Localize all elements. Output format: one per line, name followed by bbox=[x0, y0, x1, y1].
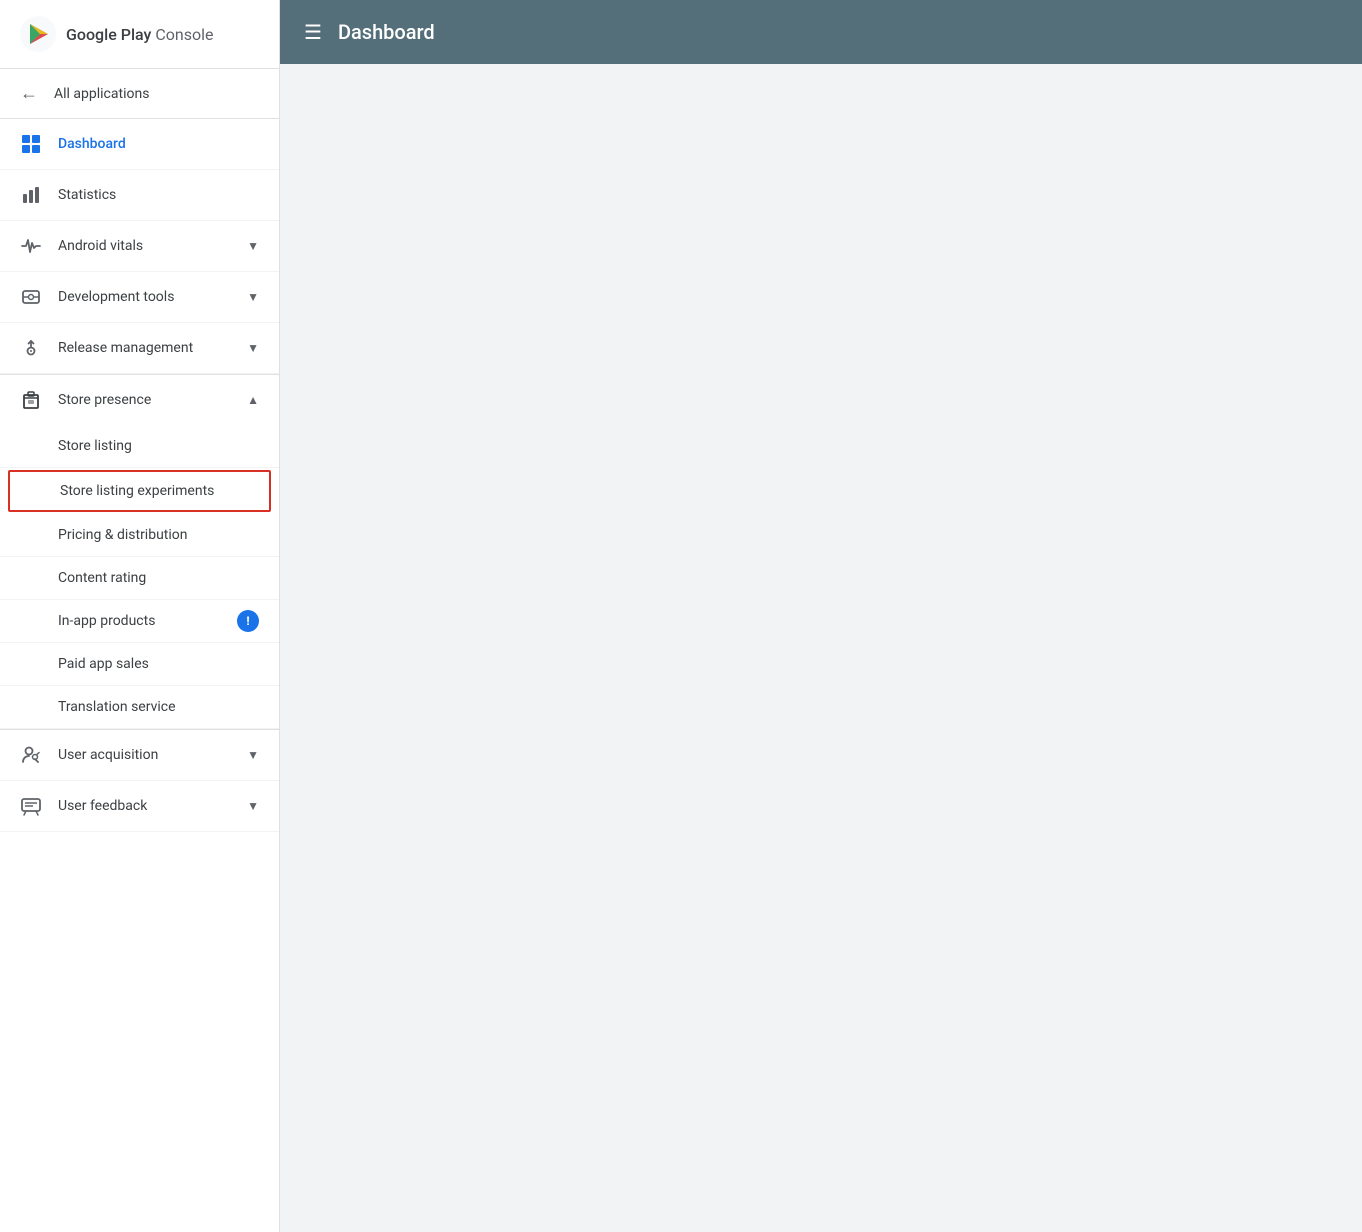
store-icon bbox=[20, 389, 42, 411]
dashboard-label: Dashboard bbox=[58, 136, 259, 152]
release-icon bbox=[20, 337, 42, 359]
content-rating-label: Content rating bbox=[58, 570, 146, 586]
sidebar-item-android-vitals[interactable]: Android vitals ▼ bbox=[0, 221, 279, 272]
development-tools-chevron-icon: ▼ bbox=[247, 290, 259, 304]
all-applications-item[interactable]: ← All applications bbox=[0, 69, 279, 119]
user-feedback-icon bbox=[20, 795, 42, 817]
development-tools-label: Development tools bbox=[58, 289, 231, 305]
sidebar-navigation: ← All applications Dashboard bbox=[0, 69, 279, 1232]
vitals-icon bbox=[20, 235, 42, 257]
sidebar-item-store-presence[interactable]: Store presence ▲ bbox=[0, 375, 279, 425]
sidebar-item-statistics[interactable]: Statistics bbox=[0, 170, 279, 221]
translation-service-item[interactable]: Translation service bbox=[0, 686, 279, 729]
in-app-products-badge: ! bbox=[237, 610, 259, 632]
user-feedback-chevron-icon: ▼ bbox=[247, 799, 259, 813]
store-presence-chevron-icon: ▲ bbox=[247, 393, 259, 407]
content-rating-item[interactable]: Content rating bbox=[0, 557, 279, 600]
statistics-label: Statistics bbox=[58, 187, 259, 203]
main-header: ☰ Dashboard bbox=[280, 0, 1362, 64]
sidebar-item-development-tools[interactable]: Development tools ▼ bbox=[0, 272, 279, 323]
pricing-distribution-item[interactable]: Pricing & distribution bbox=[0, 514, 279, 557]
google-play-logo-icon bbox=[20, 16, 56, 52]
logo-text: Google Play Console bbox=[66, 25, 214, 44]
store-presence-submenu: Store listing Store listing experiments … bbox=[0, 425, 279, 729]
sidebar-item-dashboard[interactable]: Dashboard bbox=[0, 119, 279, 170]
sidebar: Google Play Console ← All applications D… bbox=[0, 0, 280, 1232]
store-listing-label: Store listing bbox=[58, 438, 132, 454]
in-app-products-item[interactable]: In-app products ! bbox=[0, 600, 279, 643]
sidebar-item-user-acquisition[interactable]: User acquisition ▼ bbox=[0, 730, 279, 781]
main-content: ☰ Dashboard bbox=[280, 0, 1362, 1232]
store-listing-experiments-label: Store listing experiments bbox=[60, 483, 214, 499]
dashboard-icon bbox=[20, 133, 42, 155]
sidebar-header: Google Play Console bbox=[0, 0, 279, 69]
user-acquisition-icon bbox=[20, 744, 42, 766]
hamburger-menu-icon[interactable]: ☰ bbox=[304, 20, 322, 44]
all-applications-label: All applications bbox=[54, 86, 149, 102]
sidebar-item-user-feedback[interactable]: User feedback ▼ bbox=[0, 781, 279, 832]
android-vitals-chevron-icon: ▼ bbox=[247, 239, 259, 253]
release-management-label: Release management bbox=[58, 340, 231, 356]
in-app-products-label: In-app products bbox=[58, 613, 155, 629]
store-presence-label: Store presence bbox=[58, 392, 231, 408]
pricing-distribution-label: Pricing & distribution bbox=[58, 527, 188, 543]
sidebar-item-release-management[interactable]: Release management ▼ bbox=[0, 323, 279, 374]
page-title: Dashboard bbox=[338, 20, 435, 44]
store-listing-item[interactable]: Store listing bbox=[0, 425, 279, 468]
store-listing-experiments-item[interactable]: Store listing experiments bbox=[8, 470, 271, 512]
paid-app-sales-label: Paid app sales bbox=[58, 656, 149, 672]
dev-tools-icon bbox=[20, 286, 42, 308]
android-vitals-label: Android vitals bbox=[58, 238, 231, 254]
main-body bbox=[280, 64, 1362, 1232]
user-acquisition-label: User acquisition bbox=[58, 747, 231, 763]
back-arrow-icon: ← bbox=[20, 83, 38, 104]
release-management-chevron-icon: ▼ bbox=[247, 341, 259, 355]
user-feedback-label: User feedback bbox=[58, 798, 231, 814]
paid-app-sales-item[interactable]: Paid app sales bbox=[0, 643, 279, 686]
bar-chart-icon bbox=[20, 184, 42, 206]
user-acquisition-chevron-icon: ▼ bbox=[247, 748, 259, 762]
translation-service-label: Translation service bbox=[58, 699, 176, 715]
